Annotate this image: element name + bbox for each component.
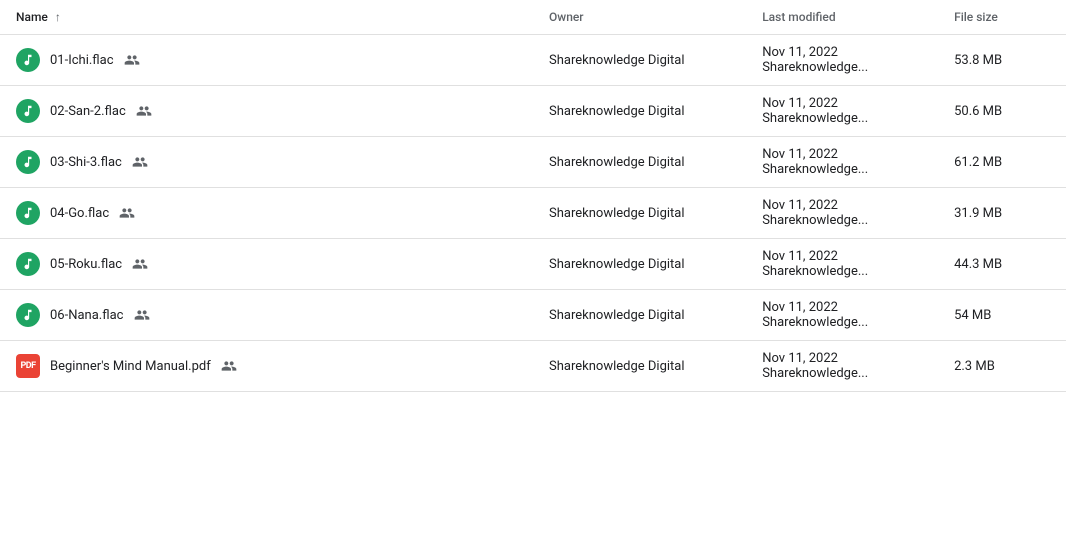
file-name-label: 02-San-2.flac — [50, 104, 126, 119]
column-header-modified[interactable]: Last modified — [746, 0, 938, 35]
name-cell: 01-Ichi.flac — [0, 35, 533, 86]
file-name-label: 01-Ichi.flac — [50, 53, 114, 68]
modified-cell: Nov 11, 2022 Shareknowledge... — [746, 137, 938, 188]
shared-icon — [119, 205, 135, 221]
file-table: Name ↑ Owner Last modified File size 01-… — [0, 0, 1066, 392]
table-row[interactable]: PDF Beginner's Mind Manual.pdf Shareknowl… — [0, 341, 1066, 392]
pdf-file-icon: PDF — [16, 354, 40, 378]
file-name-label: 06-Nana.flac — [50, 308, 124, 323]
shared-icon — [124, 52, 140, 68]
name-cell: 03-Shi-3.flac — [0, 137, 533, 188]
table-row[interactable]: 04-Go.flac Shareknowledge DigitalNov 11,… — [0, 188, 1066, 239]
shared-icon — [132, 154, 148, 170]
size-cell: 61.2 MB — [938, 137, 1066, 188]
owner-cell: Shareknowledge Digital — [533, 341, 746, 392]
column-size-label: File size — [954, 10, 998, 24]
size-cell: 54 MB — [938, 290, 1066, 341]
column-header-owner[interactable]: Owner — [533, 0, 746, 35]
modified-cell: Nov 11, 2022 Shareknowledge... — [746, 239, 938, 290]
column-header-name[interactable]: Name ↑ — [0, 0, 533, 35]
shared-icon — [136, 103, 152, 119]
name-cell: 05-Roku.flac — [0, 239, 533, 290]
owner-cell: Shareknowledge Digital — [533, 35, 746, 86]
size-cell: 44.3 MB — [938, 239, 1066, 290]
file-name-label: Beginner's Mind Manual.pdf — [50, 359, 211, 374]
name-cell: 06-Nana.flac — [0, 290, 533, 341]
table-row[interactable]: 01-Ichi.flac Shareknowledge DigitalNov 1… — [0, 35, 1066, 86]
modified-cell: Nov 11, 2022 Shareknowledge... — [746, 341, 938, 392]
size-cell: 2.3 MB — [938, 341, 1066, 392]
modified-cell: Nov 11, 2022 Shareknowledge... — [746, 188, 938, 239]
owner-cell: Shareknowledge Digital — [533, 290, 746, 341]
table-row[interactable]: 05-Roku.flac Shareknowledge DigitalNov 1… — [0, 239, 1066, 290]
modified-cell: Nov 11, 2022 Shareknowledge... — [746, 290, 938, 341]
sort-arrow-icon: ↑ — [55, 10, 61, 24]
shared-icon — [132, 256, 148, 272]
owner-cell: Shareknowledge Digital — [533, 239, 746, 290]
shared-icon — [134, 307, 150, 323]
name-cell: 02-San-2.flac — [0, 86, 533, 137]
audio-file-icon — [16, 201, 40, 225]
shared-icon — [221, 358, 237, 374]
audio-file-icon — [16, 150, 40, 174]
audio-file-icon — [16, 99, 40, 123]
audio-file-icon — [16, 252, 40, 276]
column-name-label: Name — [16, 10, 48, 24]
modified-cell: Nov 11, 2022 Shareknowledge... — [746, 35, 938, 86]
column-header-size[interactable]: File size — [938, 0, 1066, 35]
owner-cell: Shareknowledge Digital — [533, 86, 746, 137]
file-name-label: 05-Roku.flac — [50, 257, 122, 272]
column-owner-label: Owner — [549, 10, 584, 24]
table-row[interactable]: 02-San-2.flac Shareknowledge DigitalNov … — [0, 86, 1066, 137]
table-row[interactable]: 06-Nana.flac Shareknowledge DigitalNov 1… — [0, 290, 1066, 341]
audio-file-icon — [16, 48, 40, 72]
owner-cell: Shareknowledge Digital — [533, 137, 746, 188]
size-cell: 31.9 MB — [938, 188, 1066, 239]
column-modified-label: Last modified — [762, 10, 835, 24]
size-cell: 50.6 MB — [938, 86, 1066, 137]
modified-cell: Nov 11, 2022 Shareknowledge... — [746, 86, 938, 137]
table-row[interactable]: 03-Shi-3.flac Shareknowledge DigitalNov … — [0, 137, 1066, 188]
file-name-label: 03-Shi-3.flac — [50, 155, 122, 170]
name-cell: PDF Beginner's Mind Manual.pdf — [0, 341, 533, 392]
audio-file-icon — [16, 303, 40, 327]
owner-cell: Shareknowledge Digital — [533, 188, 746, 239]
name-cell: 04-Go.flac — [0, 188, 533, 239]
file-name-label: 04-Go.flac — [50, 206, 109, 221]
size-cell: 53.8 MB — [938, 35, 1066, 86]
